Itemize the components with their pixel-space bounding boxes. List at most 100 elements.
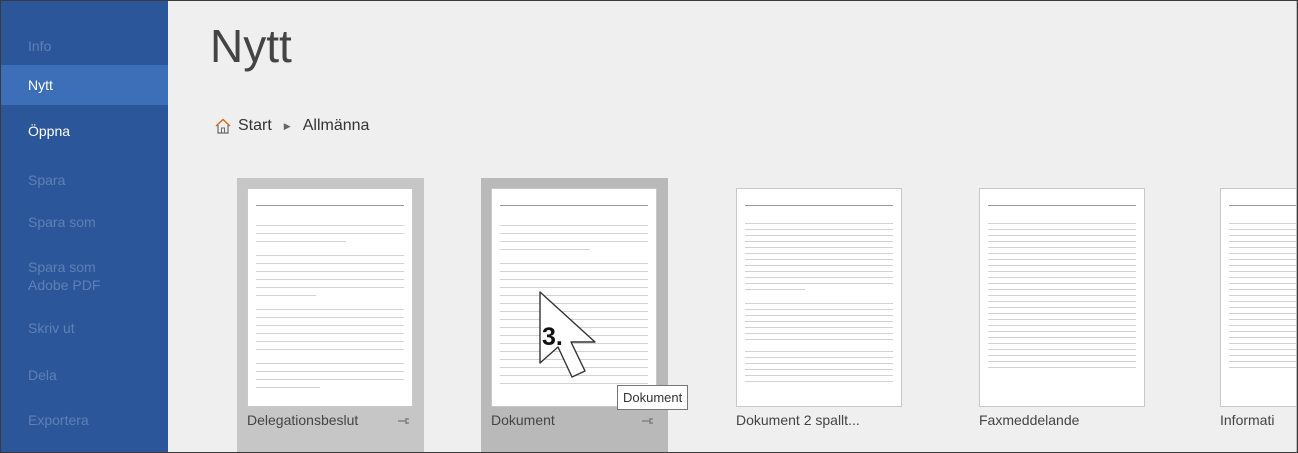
thumbnail-line <box>988 325 1136 326</box>
thumbnail-line <box>1229 307 1297 308</box>
thumbnail-line <box>745 277 893 278</box>
template-label: Dokument 2 spallt... <box>736 412 860 428</box>
template-label: Dokument <box>491 412 555 428</box>
thumbnail-line <box>745 271 893 272</box>
home-icon[interactable] <box>214 117 232 135</box>
thumbnail-line <box>256 271 404 272</box>
thumbnail-line <box>988 355 1136 356</box>
thumbnail-line <box>988 361 1136 362</box>
thumbnail-line <box>256 295 316 296</box>
thumbnail-line <box>1229 283 1297 284</box>
thumbnail-line <box>988 271 1136 272</box>
thumbnail-line <box>1229 253 1297 254</box>
thumbnail-line <box>988 301 1136 302</box>
sidebar-item-spara[interactable]: Spara <box>1 171 168 189</box>
thumbnail-line <box>745 259 893 260</box>
step-number: 3. <box>542 323 563 351</box>
thumbnail-line <box>1229 349 1297 350</box>
thumbnail-line <box>988 223 1136 224</box>
thumbnail-line <box>500 249 590 250</box>
thumbnail-line <box>988 337 1136 338</box>
thumbnail-line <box>988 289 1136 290</box>
thumbnail-line <box>745 363 893 364</box>
breadcrumb-current: Allmänna <box>302 117 370 134</box>
thumbnail-line <box>1229 331 1297 332</box>
sidebar-item-nytt[interactable]: Nytt <box>1 65 168 105</box>
thumbnail-line <box>745 253 893 254</box>
thumbnail-line <box>500 263 648 264</box>
thumbnail-line <box>500 225 648 226</box>
thumbnail-line <box>988 265 1136 266</box>
thumbnail-line <box>745 223 893 224</box>
thumbnail-line <box>256 371 404 372</box>
thumbnail-line <box>256 325 404 326</box>
thumbnail-line <box>256 205 404 206</box>
page-title: Nytt <box>210 20 292 72</box>
thumbnail-line <box>988 235 1136 236</box>
thumbnail-line <box>988 295 1136 296</box>
thumbnail-line <box>500 205 648 206</box>
breadcrumb-start[interactable]: Start <box>238 117 272 135</box>
thumbnail-line <box>1229 343 1297 344</box>
thumbnail-line <box>256 379 404 380</box>
template-information[interactable]: Informati <box>1210 178 1297 452</box>
thumbnail-line <box>256 279 404 280</box>
sidebar-item-spara-som-pdf[interactable]: Spara som Adobe PDF <box>1 258 168 294</box>
panel-edge <box>1296 1 1297 452</box>
thumbnail-line <box>1229 235 1297 236</box>
thumbnail-line <box>1229 325 1297 326</box>
backstage-window: Info Nytt Öppna Spara Spara som Spara so… <box>0 0 1298 453</box>
thumbnail-line <box>745 283 893 284</box>
sidebar-item-exportera[interactable]: Exportera <box>1 411 168 429</box>
thumbnail-line <box>256 241 346 242</box>
sidebar-item-dela[interactable]: Dela <box>1 366 168 384</box>
template-delegationsbeslut[interactable]: Delegationsbeslut <box>237 178 424 452</box>
thumbnail-line <box>1229 367 1297 368</box>
thumbnail-line <box>745 289 805 290</box>
thumbnail-line <box>500 233 648 234</box>
thumbnail-line <box>745 247 893 248</box>
thumbnail-line <box>1229 277 1297 278</box>
thumbnail-line <box>1229 319 1297 320</box>
template-label: Informati <box>1220 412 1275 428</box>
sidebar-item-info[interactable]: Info <box>1 37 168 55</box>
thumbnail-line <box>988 307 1136 308</box>
thumbnail-line <box>745 235 893 236</box>
thumbnail-line <box>745 265 893 266</box>
thumbnail-line <box>988 247 1136 248</box>
thumbnail-line <box>256 317 404 318</box>
thumbnail-line <box>256 387 320 388</box>
template-dokument-2-spalt[interactable]: Dokument 2 spallt... <box>726 178 913 452</box>
sidebar-item-spara-som[interactable]: Spara som <box>1 213 168 231</box>
thumbnail-line <box>1229 361 1297 362</box>
thumbnail-line <box>1229 205 1297 206</box>
thumbnail-line <box>745 369 893 370</box>
thumbnail-line <box>988 229 1136 230</box>
thumbnail-line <box>1229 259 1297 260</box>
sidebar-item-oppna[interactable]: Öppna <box>1 122 168 140</box>
pin-icon[interactable] <box>398 416 410 426</box>
thumbnail-line <box>256 309 404 310</box>
thumbnail-line <box>1229 241 1297 242</box>
thumbnail-line <box>256 349 404 350</box>
thumbnail-line <box>745 309 893 310</box>
template-thumbnail <box>979 188 1145 407</box>
thumbnail-line <box>256 255 404 256</box>
breadcrumb: Start ▶ Allmänna <box>214 115 369 137</box>
thumbnail-line <box>1229 229 1297 230</box>
thumbnail-line <box>745 357 893 358</box>
thumbnail-line <box>988 205 1136 206</box>
thumbnail-line <box>1229 271 1297 272</box>
sidebar-item-skriv-ut[interactable]: Skriv ut <box>1 319 168 337</box>
thumbnail-line <box>256 287 404 288</box>
thumbnail-line <box>1229 223 1297 224</box>
thumbnail-line <box>988 319 1136 320</box>
thumbnail-line <box>745 315 893 316</box>
thumbnail-line <box>988 283 1136 284</box>
thumbnail-line <box>1229 289 1297 290</box>
thumbnail-line <box>745 333 893 334</box>
pin-icon[interactable] <box>642 416 654 426</box>
thumbnail-line <box>256 333 404 334</box>
template-faxmeddelande[interactable]: Faxmeddelande <box>969 178 1156 452</box>
template-label: Faxmeddelande <box>979 412 1080 428</box>
